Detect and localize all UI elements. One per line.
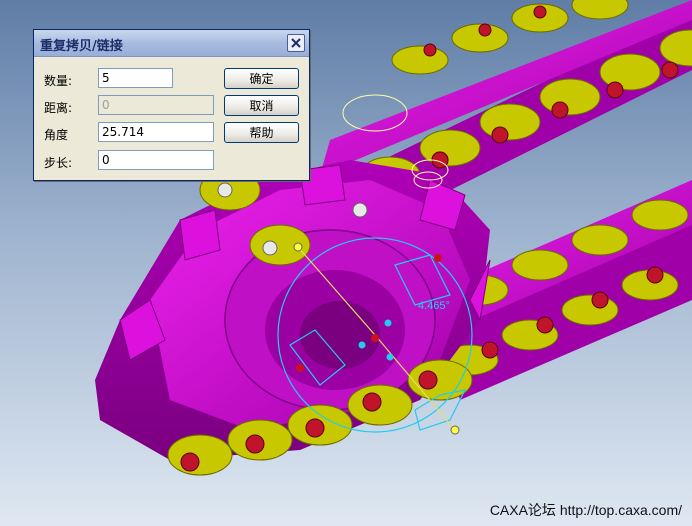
dialog-titlebar[interactable]: 重复拷贝/链接: [34, 30, 309, 57]
copy-link-dialog: 重复拷贝/链接 数量: 距离: 角度 步长: 确定 取消 帮助: [33, 29, 310, 181]
angle-input[interactable]: [98, 122, 214, 142]
ok-button[interactable]: 确定: [224, 68, 299, 89]
dialog-title: 重复拷贝/链接: [40, 39, 123, 54]
angle-label: 角度: [44, 128, 69, 142]
cancel-button[interactable]: 取消: [224, 95, 299, 116]
angle-readout: 4.465°: [418, 300, 450, 312]
step-label: 步长:: [44, 156, 73, 170]
quantity-input[interactable]: [98, 68, 173, 88]
step-input[interactable]: [98, 150, 214, 170]
quantity-label: 数量:: [44, 74, 73, 88]
close-button[interactable]: [287, 34, 305, 52]
close-icon: [291, 38, 301, 48]
watermark: CAXA论坛 http://top.caxa.com/: [489, 502, 682, 518]
distance-label: 距离:: [44, 101, 73, 115]
help-button[interactable]: 帮助: [224, 122, 299, 143]
distance-input: [98, 95, 214, 115]
